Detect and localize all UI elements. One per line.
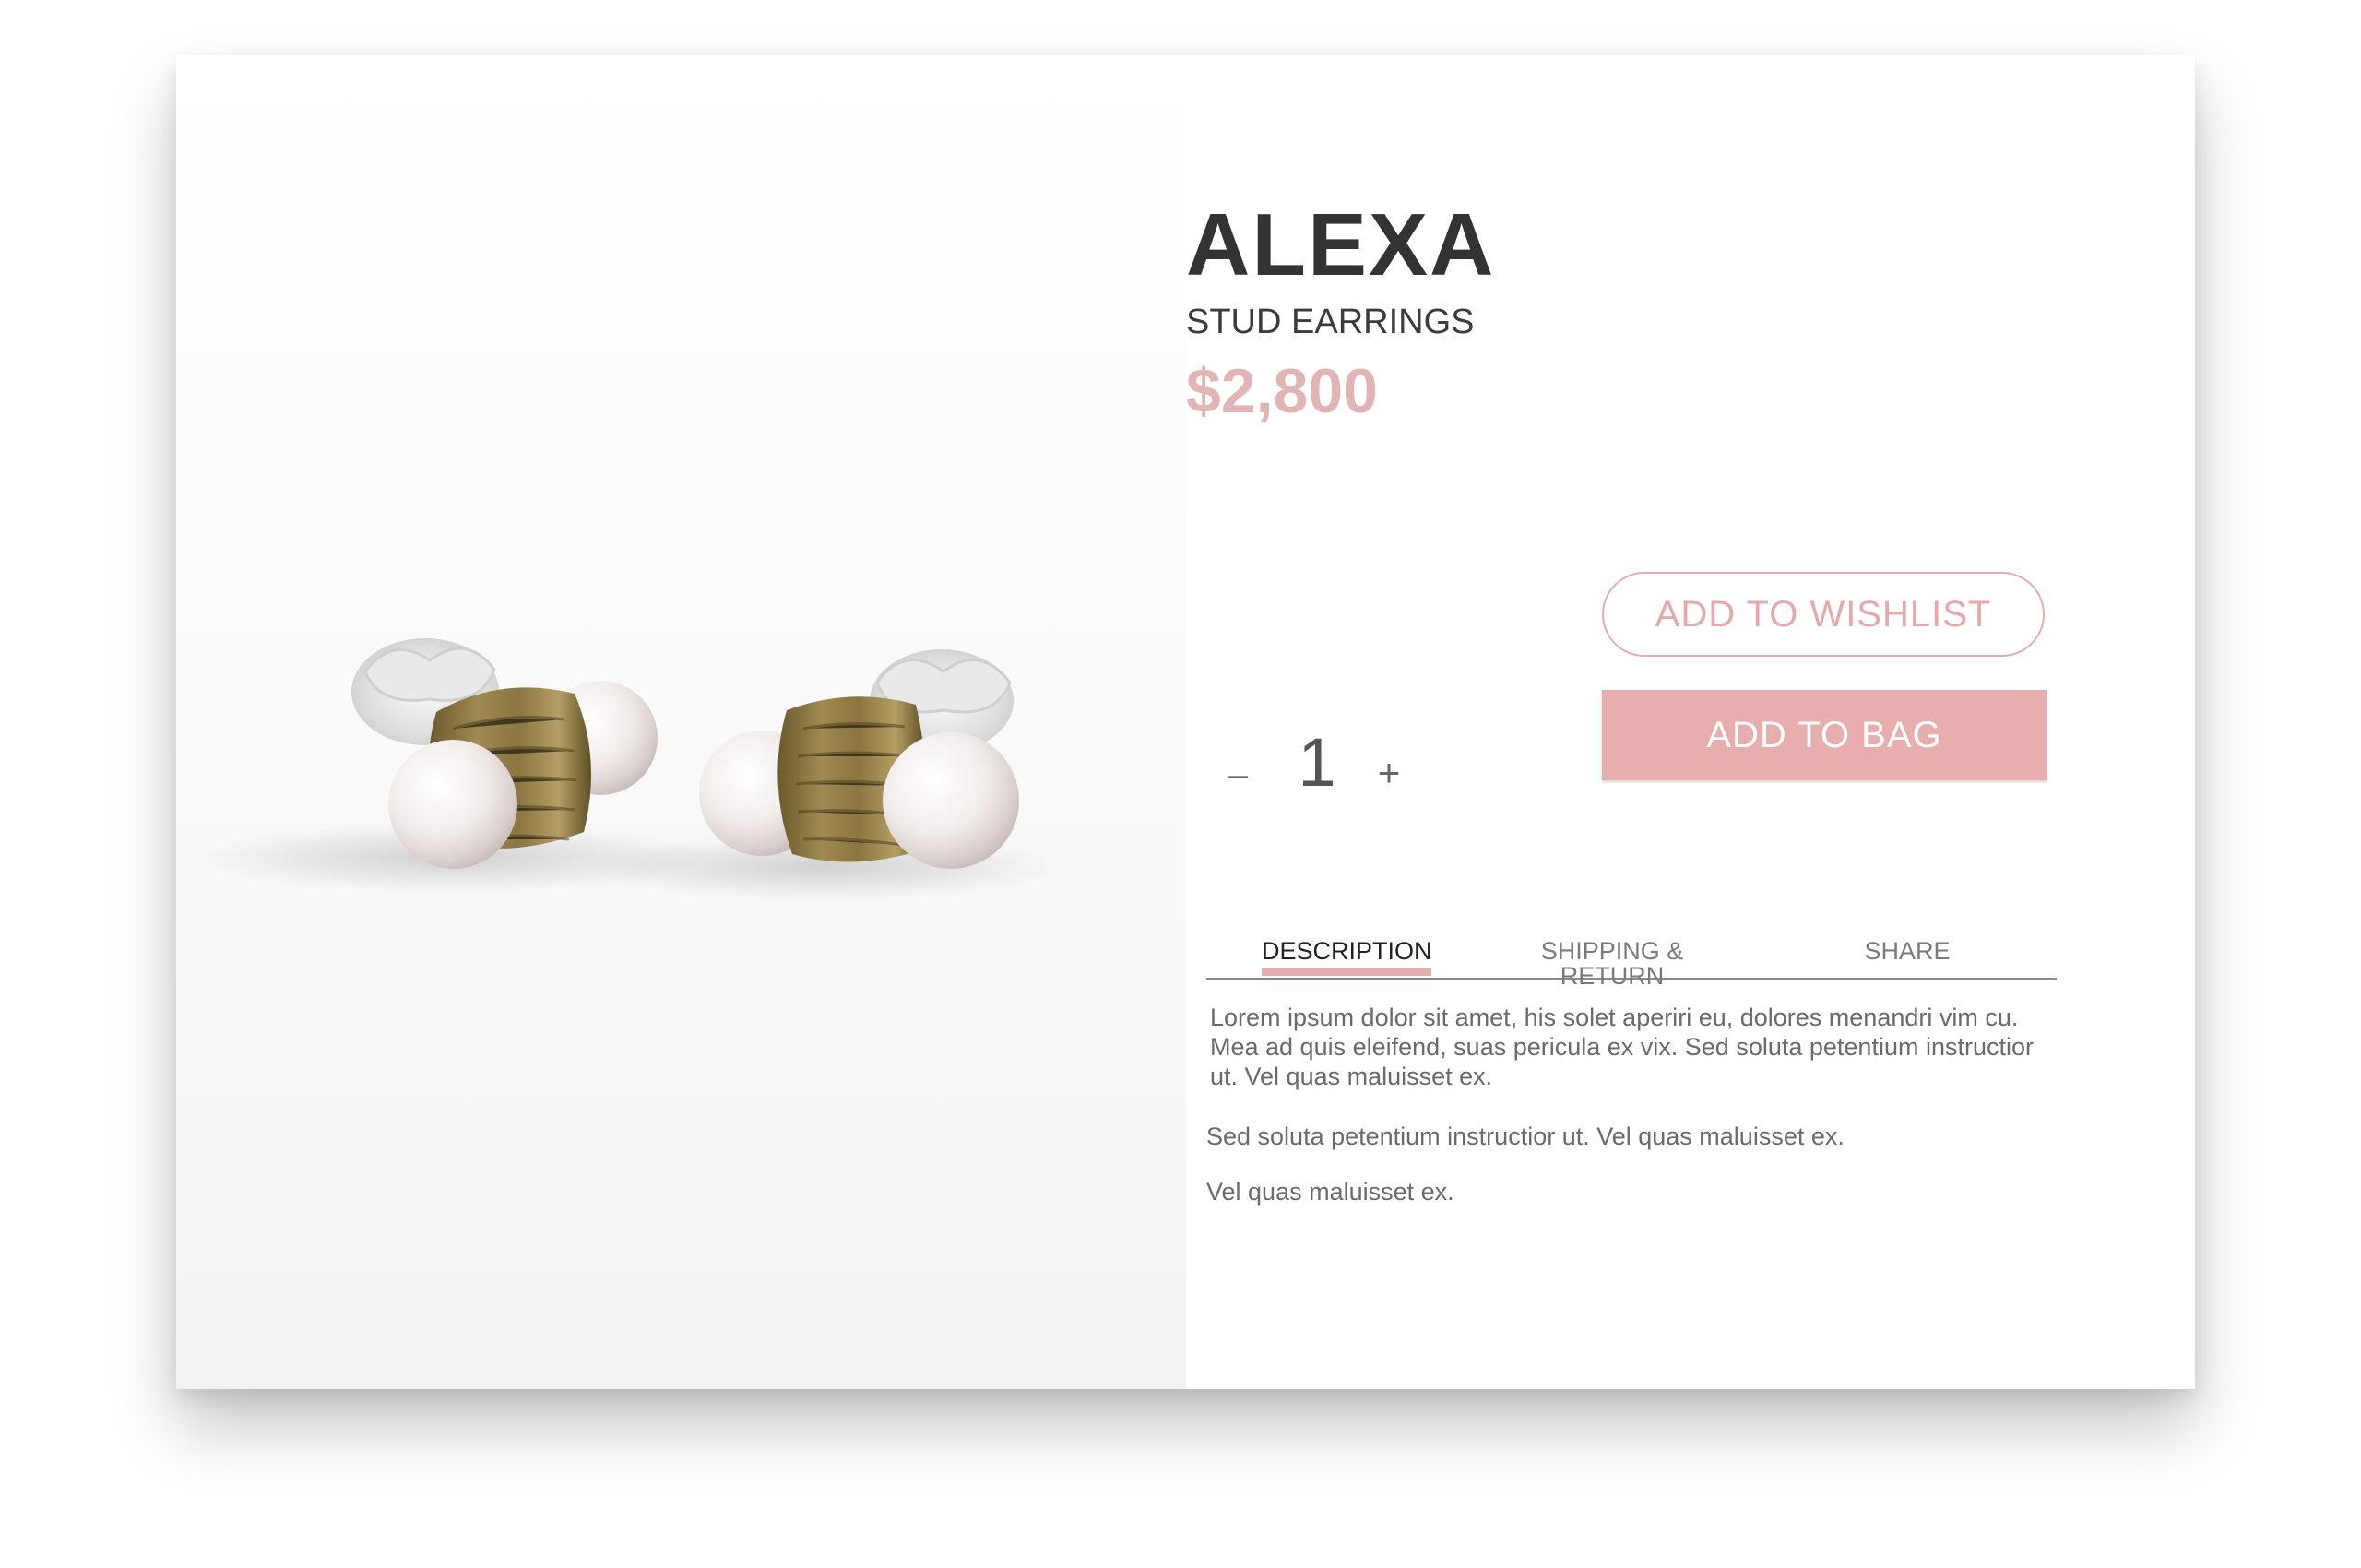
active-tab-indicator [1262,968,1431,976]
product-card: ALEXA STUD EARRINGS $2,800 ADD TO WISHLI… [176,55,2195,1389]
tab-share[interactable]: SHARE [1861,939,1953,964]
quantity-decrement-button[interactable]: – [1219,756,1256,793]
description-paragraph: Lorem ipsum dolor sit amet, his solet ap… [1210,1004,2034,1090]
add-to-wishlist-button[interactable]: ADD TO WISHLIST [1602,572,2045,657]
quantity-increment-button[interactable]: + [1370,754,1407,792]
add-to-bag-button[interactable]: ADD TO BAG [1602,690,2047,780]
description-paragraph: Vel quas maluisset ex. [1206,1178,1454,1206]
product-details: ALEXA STUD EARRINGS $2,800 ADD TO WISHLI… [1186,55,2195,1389]
tab-shipping-return[interactable]: SHIPPING & RETURN [1490,939,1734,989]
earrings-illustration [195,638,1062,900]
product-price: $2,800 [1186,356,1378,426]
product-title: ALEXA [1186,196,1496,294]
info-tabs: DESCRIPTION SHIPPING & RETURN SHARE [1206,922,2057,989]
tab-description[interactable]: DESCRIPTION [1262,939,1432,964]
description-paragraph: Sed soluta petentium instructior ut. Vel… [1206,1123,1845,1150]
product-category: STUD EARRINGS [1186,303,1475,341]
product-image [176,55,1186,1389]
quantity-value: 1 [1298,724,1336,801]
